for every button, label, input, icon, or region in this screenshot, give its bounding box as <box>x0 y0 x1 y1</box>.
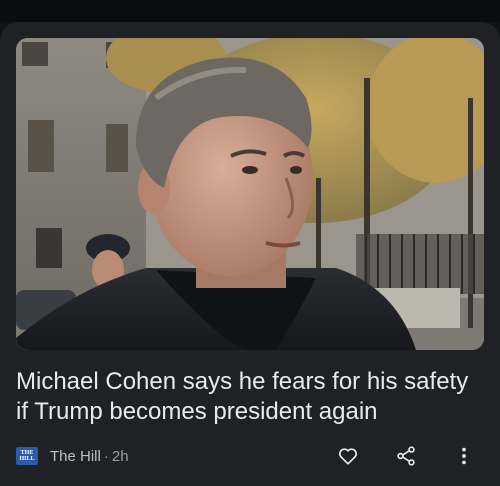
meta-separator: · <box>103 447 109 465</box>
source-logo-line-2: HILL <box>19 456 35 462</box>
source-logo: THE HILL <box>16 447 38 465</box>
more-options-button[interactable] <box>444 438 484 474</box>
share-button[interactable] <box>386 438 426 474</box>
article-age: 2h <box>111 447 129 465</box>
heart-outline-icon <box>338 448 358 465</box>
like-button[interactable] <box>328 438 368 474</box>
more-vert-icon <box>462 447 466 465</box>
article-meta-row: THE HILL The Hill · 2h <box>16 438 484 474</box>
article-headline[interactable]: Michael Cohen says he fears for his safe… <box>16 367 484 427</box>
article-thumbnail[interactable] <box>16 38 484 350</box>
status-bar-strip <box>0 0 500 22</box>
news-card[interactable]: Michael Cohen says he fears for his safe… <box>0 22 500 486</box>
source-name[interactable]: The Hill <box>50 448 101 465</box>
share-icon <box>397 446 415 466</box>
article-photo <box>16 38 484 350</box>
